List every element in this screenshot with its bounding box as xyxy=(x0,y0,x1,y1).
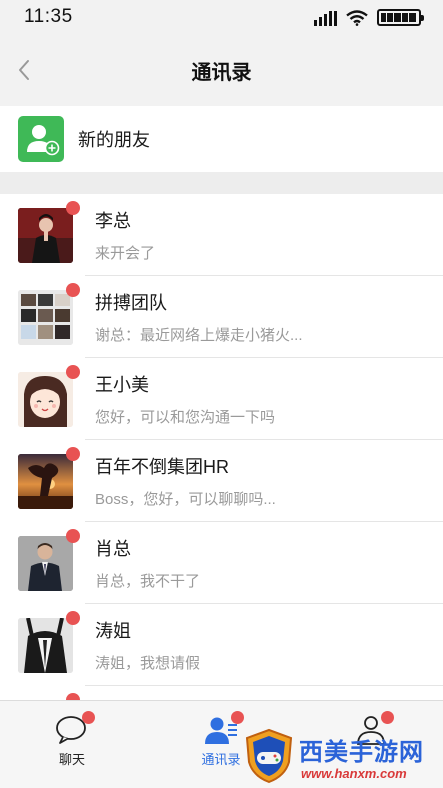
contact-message: 肖总，我不干了 xyxy=(95,573,201,590)
avatar xyxy=(18,289,73,345)
status-time: 11:35 xyxy=(24,6,73,27)
contact-item[interactable]: 王小美 您好，可以和您沟通一下吗 xyxy=(0,358,443,440)
contact-message: 涛姐，我想请假 xyxy=(95,655,201,672)
contact-message: 来开会了 xyxy=(95,245,156,262)
contact-name: 拼搏团队 xyxy=(95,293,167,313)
contact-name: 肖总 xyxy=(95,539,131,559)
tab-chat[interactable]: 聊天 xyxy=(27,711,117,768)
new-friends-label: 新的朋友 xyxy=(78,130,150,150)
contact-name: 涛姐 xyxy=(95,621,131,641)
watermark-url: www.hanxm.com xyxy=(301,766,407,781)
unread-dot xyxy=(66,200,80,215)
chat-bubble-icon xyxy=(55,711,95,745)
nav-bar: 通讯录 xyxy=(0,36,443,104)
watermark-title: 西美手游网 xyxy=(299,739,424,766)
page-title: 通讯录 xyxy=(191,62,252,84)
contact-item[interactable]: 涛姐 涛姐，我想请假 xyxy=(0,604,443,686)
contact-name: 李总 xyxy=(95,211,131,231)
contact-item[interactable] xyxy=(0,686,443,700)
status-icons xyxy=(314,9,424,26)
contact-item[interactable]: 拼搏团队 谢总：最近网络上爆走小猪火... xyxy=(0,276,443,358)
wifi-icon xyxy=(346,9,368,26)
tab-label: 通讯录 xyxy=(201,752,241,767)
unread-dot xyxy=(66,692,80,700)
avatar xyxy=(18,207,73,263)
unread-dot xyxy=(82,711,95,724)
status-bar: 11:35 xyxy=(0,0,443,36)
contact-message: 谢总：最近网络上爆走小猪火... xyxy=(95,327,303,344)
unread-dot xyxy=(231,711,244,724)
avatar xyxy=(18,617,73,673)
battery-icon xyxy=(377,9,424,26)
avatar xyxy=(18,453,73,509)
contact-message: 您好，可以和您沟通一下吗 xyxy=(95,409,276,426)
contact-name: 王小美 xyxy=(95,375,149,395)
add-friend-icon xyxy=(18,116,64,162)
new-friends-row[interactable]: 新的朋友 xyxy=(0,106,443,172)
contact-list: 李总 来开会了 拼搏团队 谢总：最近网络上爆走小猪火... 王小美 您好，可以和… xyxy=(0,194,443,700)
unread-dot xyxy=(66,446,80,461)
unread-dot xyxy=(66,528,80,543)
signal-icon xyxy=(314,10,337,26)
unread-dot xyxy=(381,711,394,724)
unread-dot xyxy=(66,364,80,379)
contact-item[interactable]: 百年不倒集团HR Boss，您好，可以聊聊吗... xyxy=(0,440,443,522)
contact-name: 百年不倒集团HR xyxy=(95,457,229,477)
section-divider xyxy=(0,172,443,194)
avatar xyxy=(18,371,73,427)
unread-dot xyxy=(66,610,80,625)
contact-item[interactable]: 李总 来开会了 xyxy=(0,194,443,276)
avatar xyxy=(18,535,73,591)
contact-message: Boss，您好，可以聊聊吗... xyxy=(95,491,276,508)
gamepad-shield-icon xyxy=(243,728,295,784)
watermark: 西美手游网 www.hanxm.com xyxy=(243,728,439,786)
unread-dot xyxy=(66,282,80,297)
contact-item[interactable]: 肖总 肖总，我不干了 xyxy=(0,522,443,604)
contacts-icon xyxy=(204,711,244,745)
tab-label: 聊天 xyxy=(58,752,85,767)
